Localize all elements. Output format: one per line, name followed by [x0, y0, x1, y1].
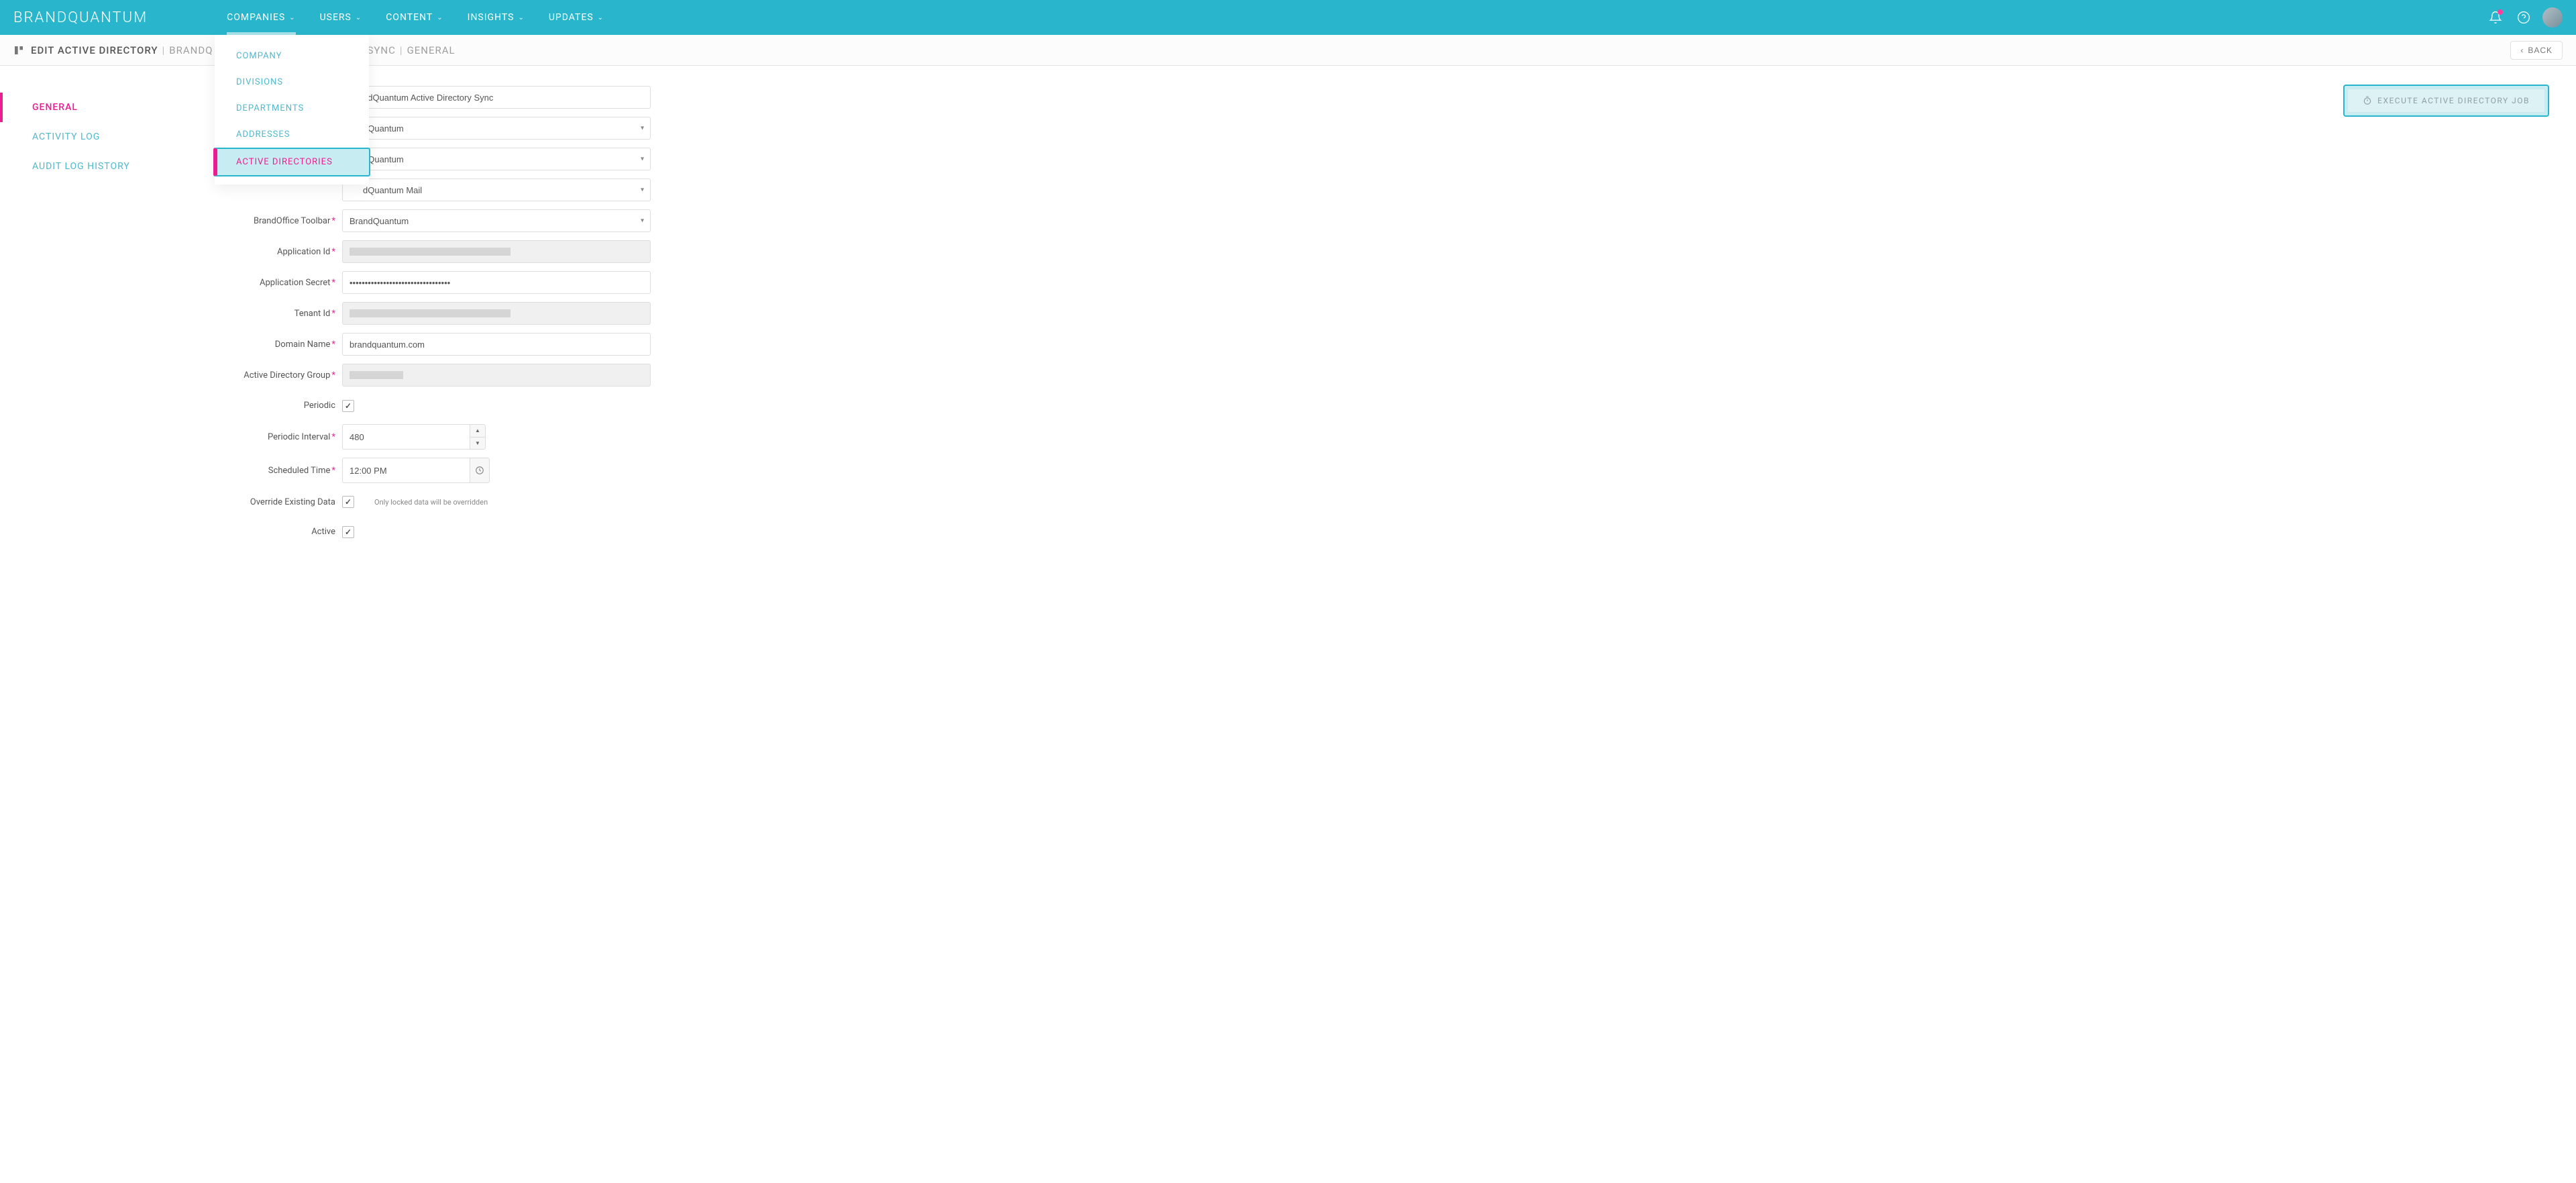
brand-logo: BRANDQUANTUM	[13, 9, 148, 26]
tab-general[interactable]: GENERAL	[0, 93, 208, 122]
breadcrumb-part: BRANDQ	[169, 44, 213, 56]
application-secret-input[interactable]	[342, 271, 651, 294]
page-icon	[13, 45, 24, 56]
schedtime-label: Scheduled Time*	[208, 466, 342, 476]
nav-label: INSIGHTS	[468, 12, 515, 23]
nav-label: UPDATES	[549, 12, 594, 23]
active-checkbox[interactable]	[342, 526, 354, 538]
main-nav: COMPANIES ⌄ USERS ⌄ CONTENT ⌄ INSIGHTS ⌄…	[215, 0, 616, 35]
scheduled-time-input[interactable]	[342, 458, 470, 483]
nav-insights[interactable]: INSIGHTS ⌄	[455, 0, 537, 35]
domain-label: Domain Name*	[208, 340, 342, 350]
chevron-down-icon: ⌄	[356, 14, 362, 21]
brandoffice-label: BrandOffice Toolbar*	[208, 216, 342, 226]
periodic-label: Periodic	[208, 401, 342, 411]
override-checkbox[interactable]	[342, 496, 354, 508]
execute-job-button[interactable]: EXECUTE ACTIVE DIRECTORY JOB	[2347, 89, 2545, 113]
tab-activity-log[interactable]: ACTIVITY LOG	[0, 122, 208, 152]
tenant-id-input[interactable]	[342, 302, 651, 325]
form: x x ▾ x ▾ x ▾ Brand	[208, 66, 651, 1183]
notification-dot-icon	[2498, 9, 2503, 15]
interval-spinner: ▲ ▼	[470, 424, 486, 450]
breadcrumb-bar: EDIT ACTIVE DIRECTORY | BRANDQ SYNC | GE…	[0, 35, 2576, 66]
breadcrumb-part: EDIT ACTIVE DIRECTORY	[31, 44, 158, 56]
dropdown-active-directories[interactable]: ACTIVE DIRECTORIES	[213, 148, 370, 176]
breadcrumb-sep: |	[162, 44, 166, 56]
chevron-left-icon: ‹	[2520, 46, 2524, 55]
dropdown-departments[interactable]: DEPARTMENTS	[215, 95, 369, 121]
interval-input[interactable]	[342, 424, 470, 450]
domain-input[interactable]	[342, 333, 651, 356]
adgroup-label: Active Directory Group*	[208, 370, 342, 380]
division-select[interactable]	[342, 148, 651, 170]
nav-label: USERS	[320, 12, 352, 23]
execute-job-label: EXECUTE ACTIVE DIRECTORY JOB	[2377, 96, 2530, 105]
dropdown-addresses[interactable]: ADDRESSES	[215, 121, 369, 148]
breadcrumb-part: GENERAL	[407, 44, 455, 56]
nav-companies[interactable]: COMPANIES ⌄	[215, 0, 307, 35]
chevron-down-icon: ⌄	[289, 14, 295, 21]
active-label: Active	[208, 527, 342, 537]
top-nav-bar: BRANDQUANTUM COMPANIES ⌄ USERS ⌄ CONTENT…	[0, 0, 2576, 35]
dropdown-divisions[interactable]: DIVISIONS	[215, 69, 369, 95]
spinner-up[interactable]: ▲	[470, 425, 485, 438]
company-select[interactable]	[342, 117, 651, 140]
chevron-down-icon: ⌄	[437, 14, 443, 21]
tenantid-label: Tenant Id*	[208, 309, 342, 319]
nav-updates[interactable]: UPDATES ⌄	[537, 0, 616, 35]
left-tabs: GENERAL ACTIVITY LOG AUDIT LOG HISTORY	[0, 66, 208, 1183]
periodic-checkbox[interactable]	[342, 400, 354, 412]
chevron-down-icon: ⌄	[518, 14, 524, 21]
breadcrumb-sep: |	[400, 44, 403, 56]
spinner-down[interactable]: ▼	[470, 438, 485, 450]
back-button[interactable]: ‹ BACK	[2510, 41, 2563, 60]
ad-group-input[interactable]	[342, 364, 651, 387]
nav-users[interactable]: USERS ⌄	[308, 0, 374, 35]
brandoffice-select[interactable]	[342, 209, 651, 232]
help-icon[interactable]	[2512, 5, 2536, 30]
override-label: Override Existing Data	[208, 497, 342, 507]
chevron-down-icon: ⌄	[598, 14, 604, 21]
avatar[interactable]	[2542, 7, 2563, 28]
nav-label: COMPANIES	[227, 12, 285, 23]
appsecret-label: Application Secret*	[208, 278, 342, 288]
companies-dropdown: COMPANY DIVISIONS DEPARTMENTS ADDRESSES …	[215, 35, 369, 185]
appid-label: Application Id*	[208, 247, 342, 257]
nav-content[interactable]: CONTENT ⌄	[374, 0, 455, 35]
override-hint: Only locked data will be overridden	[374, 498, 488, 507]
name-input[interactable]	[342, 86, 651, 109]
dropdown-company[interactable]: COMPANY	[215, 43, 369, 69]
application-id-input[interactable]	[342, 240, 651, 263]
nav-label: CONTENT	[386, 12, 433, 23]
tab-audit-log[interactable]: AUDIT LOG HISTORY	[0, 152, 208, 181]
back-label: BACK	[2528, 46, 2553, 55]
breadcrumb-part: SYNC	[368, 44, 396, 56]
interval-label: Periodic Interval*	[208, 432, 342, 442]
clock-icon[interactable]	[470, 458, 490, 483]
signature-select[interactable]	[342, 178, 651, 201]
notifications-bell-icon[interactable]	[2483, 5, 2508, 30]
execute-job-container: EXECUTE ACTIVE DIRECTORY JOB	[2343, 85, 2549, 117]
